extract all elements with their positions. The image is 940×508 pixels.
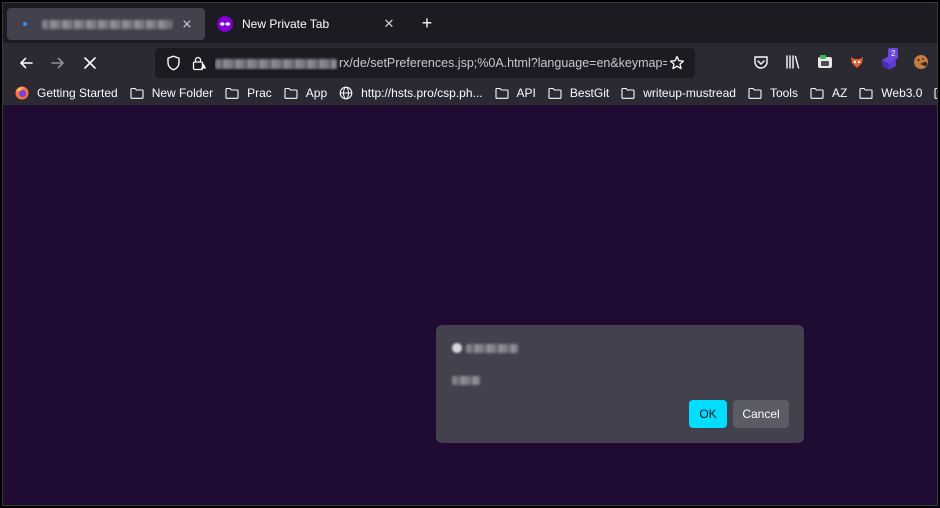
bookmark-9[interactable]: AZ — [810, 86, 847, 100]
tab-title-redacted — [42, 19, 172, 29]
lock-warning-icon[interactable] — [189, 53, 209, 73]
tab-new-private[interactable]: New Private Tab ✕ — [207, 8, 407, 40]
tab-title: New Private Tab — [242, 17, 330, 31]
bookmark-5[interactable]: API — [494, 86, 536, 100]
bookmark-star-icon[interactable] — [667, 53, 687, 73]
shield-icon[interactable] — [163, 53, 183, 73]
bookmark-11[interactable]: Shod-q — [934, 86, 937, 100]
url-path: rx/de/setPreferences.jsp;%0A.html?langua… — [339, 56, 667, 70]
close-icon — [84, 57, 96, 69]
ok-button[interactable]: OK — [689, 400, 727, 428]
browser-window: ⨯ New Private Tab ✕ + rx/de/setPreferenc… — [2, 2, 938, 506]
folder-icon — [548, 87, 566, 99]
dialog-origin-redacted — [466, 343, 518, 353]
folder-icon — [810, 87, 828, 99]
folder-icon — [934, 87, 937, 99]
url-text[interactable]: rx/de/setPreferences.jsp;%0A.html?langua… — [215, 56, 667, 70]
bookmark-label: Prac — [247, 86, 272, 100]
tab-close-icon[interactable]: ✕ — [381, 16, 397, 32]
extension-badge-count: 2 — [888, 48, 899, 59]
bookmark-label: Tools — [769, 86, 798, 100]
page-content: OK Cancel — [3, 105, 937, 505]
bookmark-label: Web3.0 — [881, 86, 923, 100]
bookmark-label: BestGit — [569, 86, 610, 100]
tab-strip: ⨯ New Private Tab ✕ + — [3, 3, 937, 43]
folder-icon — [748, 87, 766, 99]
bookmark-8[interactable]: Tools — [748, 86, 798, 100]
bookmark-label: App — [305, 86, 328, 100]
cookie-extension-icon[interactable] — [911, 52, 931, 72]
navigation-toolbar: rx/de/setPreferences.jsp;%0A.html?langua… — [3, 43, 937, 81]
container-tab-icon[interactable] — [815, 52, 835, 72]
bookmark-label: http://hsts.pro/csp.ph... — [361, 86, 483, 100]
folder-icon — [130, 87, 148, 99]
arrow-left-icon — [20, 57, 33, 69]
bookmark-label: writeup-mustread — [643, 86, 736, 100]
url-bar[interactable]: rx/de/setPreferences.jsp;%0A.html?langua… — [155, 48, 695, 78]
globe-icon — [339, 86, 357, 100]
dialog-origin — [452, 343, 518, 353]
bookmark-1[interactable]: New Folder — [130, 86, 213, 100]
bookmark-6[interactable]: BestGit — [548, 86, 609, 100]
stop-button[interactable] — [79, 52, 101, 74]
bookmark-0[interactable]: Getting Started — [15, 86, 118, 100]
bookmark-7[interactable]: writeup-mustread — [621, 86, 736, 100]
back-button[interactable] — [15, 52, 37, 74]
bookmark-4[interactable]: http://hsts.pro/csp.ph... — [339, 86, 483, 100]
bookmark-10[interactable]: Web3.0 — [859, 86, 922, 100]
bookmark-label: API — [516, 86, 536, 100]
url-host-redacted — [215, 58, 337, 69]
cancel-button[interactable]: Cancel — [733, 400, 789, 428]
tab-current[interactable]: ⨯ — [7, 8, 205, 40]
bookmarks-toolbar: Getting Started New Folder Prac App http://h… — [3, 81, 937, 105]
folder-icon — [284, 87, 302, 99]
bookmark-2[interactable]: Prac — [225, 86, 272, 100]
library-icon[interactable] — [783, 52, 803, 72]
bookmark-3[interactable]: App — [284, 86, 327, 100]
alert-dialog: OK Cancel — [436, 325, 804, 443]
bookmark-label: Getting Started — [37, 86, 118, 100]
folder-icon — [225, 87, 243, 99]
extension-badge-icon[interactable]: 2 — [879, 48, 899, 72]
forward-button[interactable] — [47, 52, 69, 74]
pocket-icon[interactable] — [751, 52, 771, 72]
folder-icon — [621, 87, 639, 99]
globe-icon — [452, 343, 462, 353]
tab-close-icon[interactable]: ⨯ — [179, 16, 195, 32]
bookmark-label: New Folder — [151, 86, 214, 100]
fox-extension-icon[interactable] — [847, 52, 867, 72]
folder-icon — [859, 87, 877, 99]
private-mask-icon — [217, 16, 233, 32]
new-tab-button[interactable]: + — [417, 13, 437, 33]
dialog-message — [452, 374, 480, 388]
arrow-right-icon — [51, 57, 64, 69]
tab-favicon — [17, 16, 33, 32]
folder-icon — [494, 87, 513, 99]
firefox-icon — [15, 86, 33, 100]
dialog-message-redacted — [452, 376, 480, 385]
bookmark-label: AZ — [831, 86, 848, 100]
